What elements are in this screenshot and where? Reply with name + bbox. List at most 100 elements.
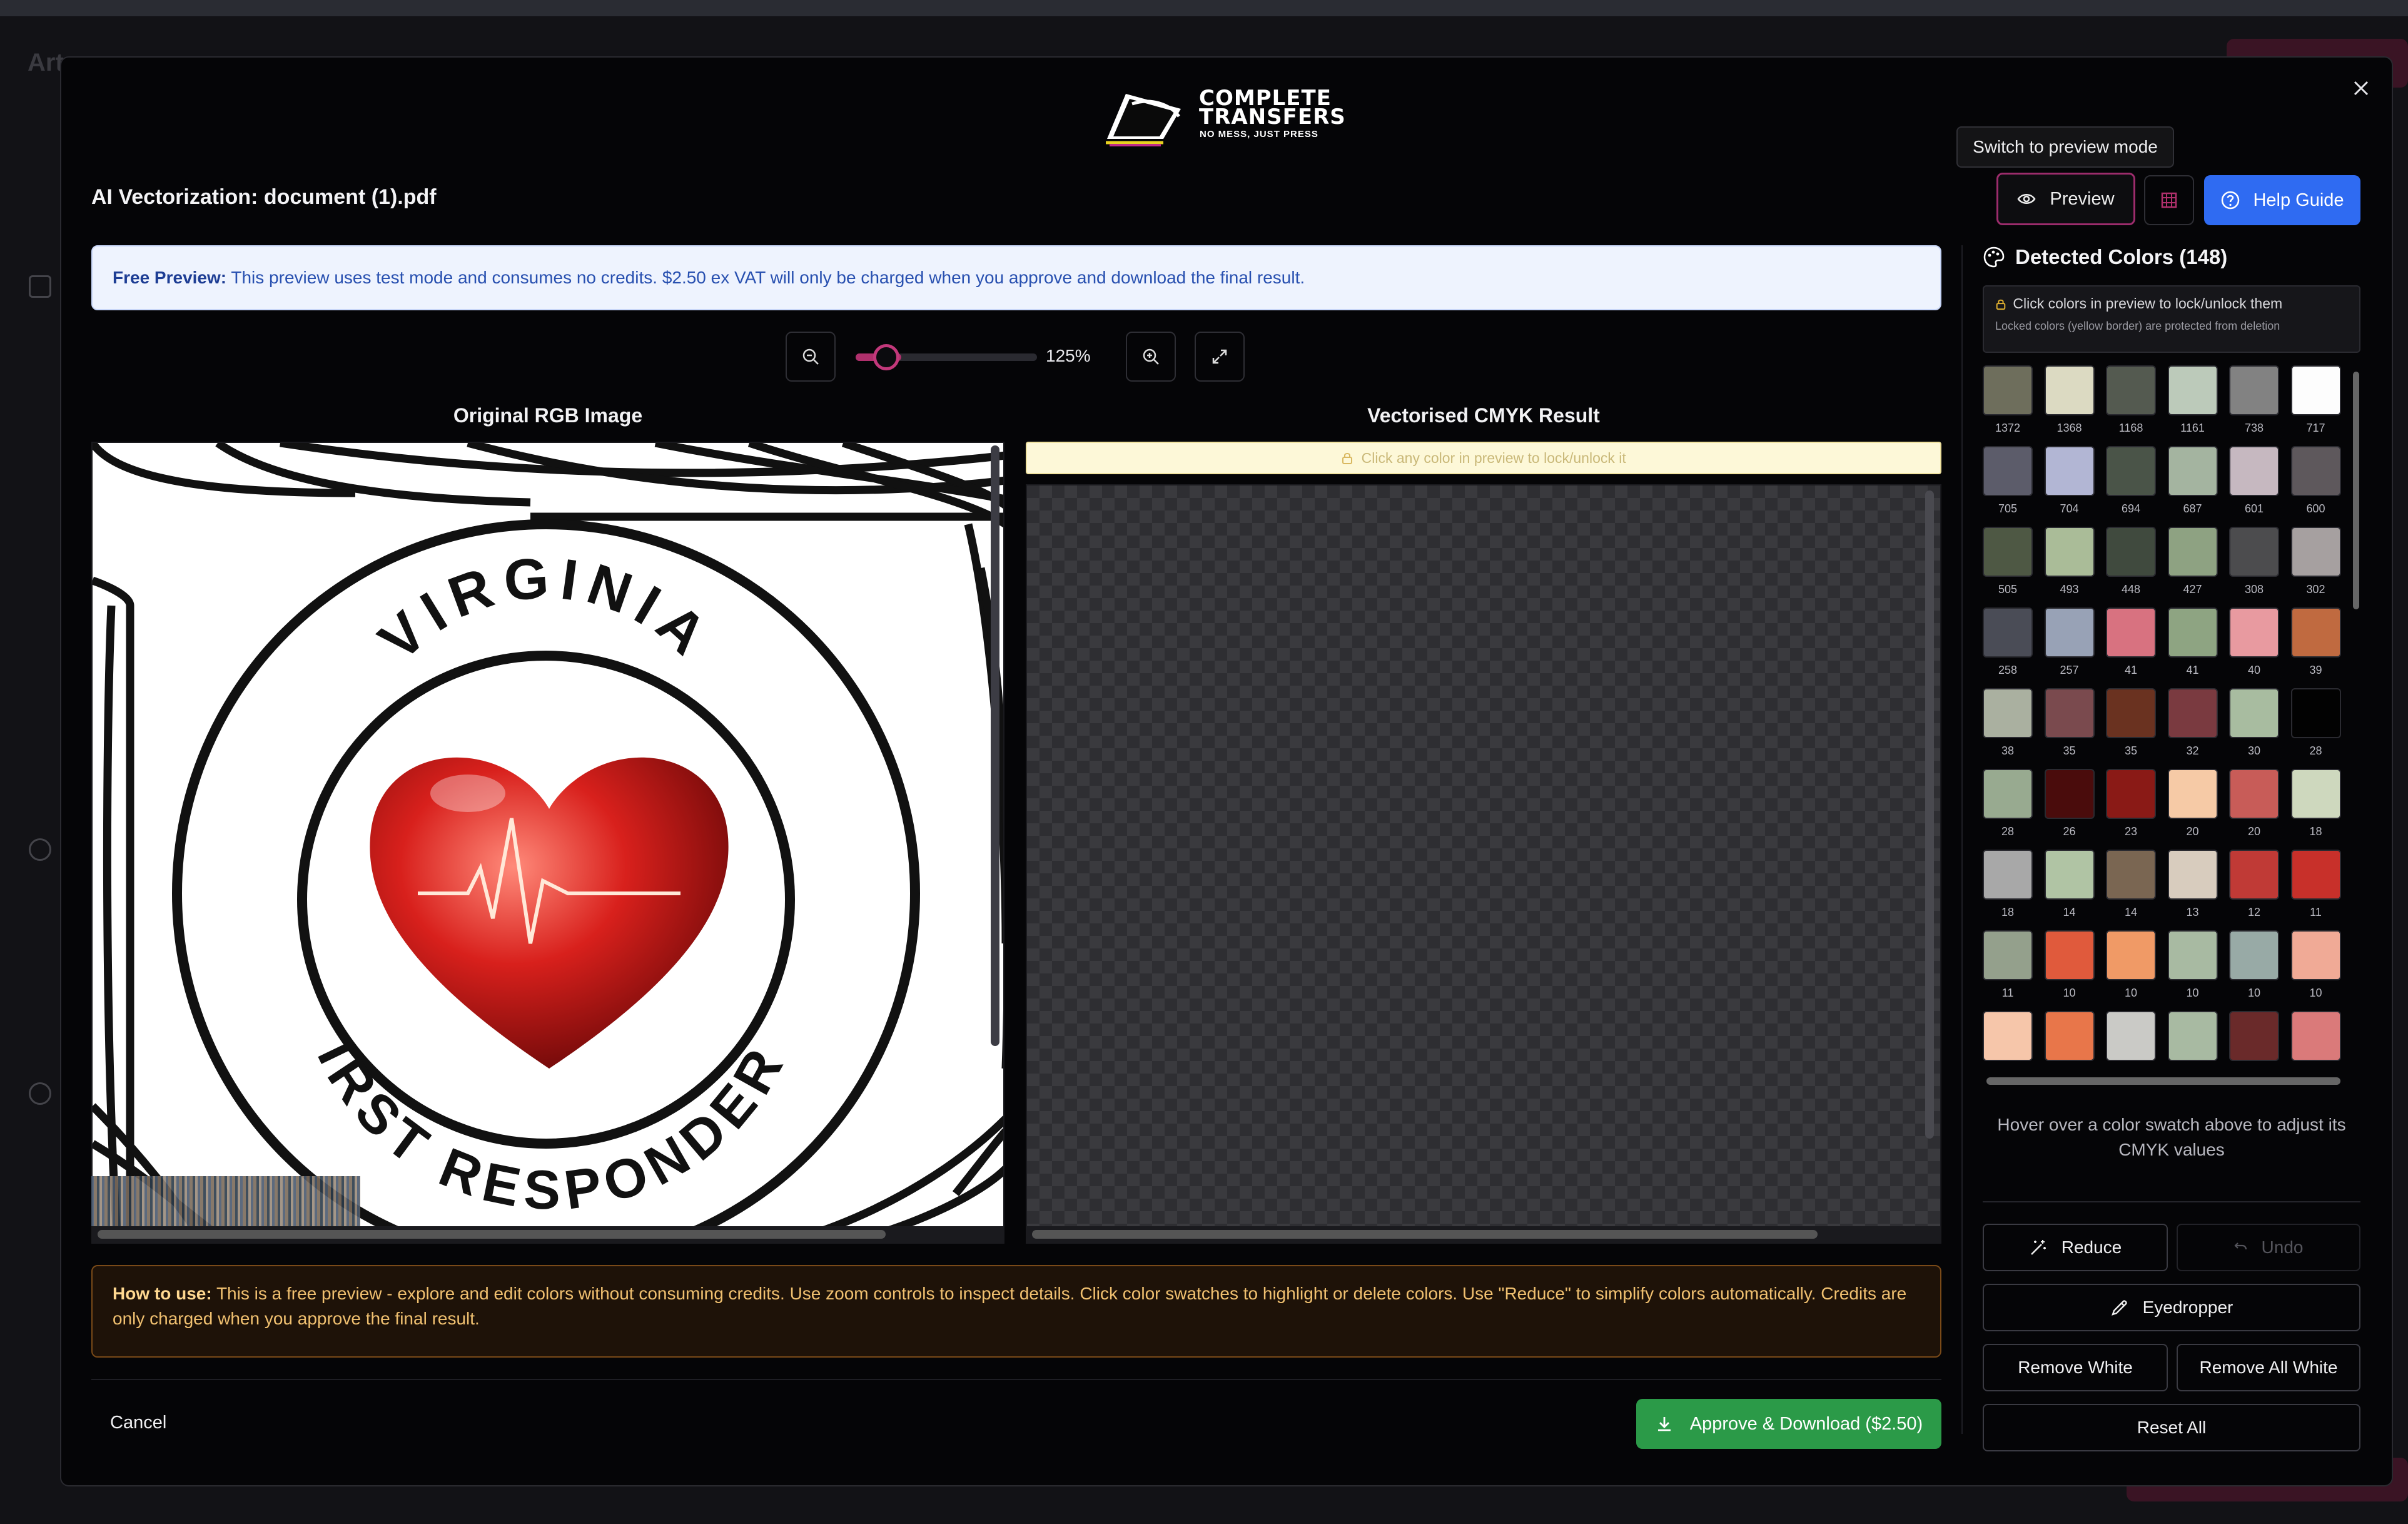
color-swatch[interactable] (2106, 850, 2156, 900)
swatch-count: 26 (2063, 825, 2076, 838)
left-pane-vscroll[interactable] (991, 445, 999, 1046)
logo-line2: TRANSFERS (1199, 104, 1346, 130)
color-swatch[interactable] (1983, 446, 2033, 496)
swatch-hscroll[interactable] (1986, 1077, 2340, 1085)
help-guide-button[interactable]: Help Guide (2204, 175, 2360, 225)
right-pane-vscroll[interactable] (1925, 490, 1934, 1139)
color-swatch[interactable] (2229, 850, 2279, 900)
color-swatch[interactable] (2044, 607, 2095, 658)
color-swatch[interactable] (2290, 365, 2341, 415)
grid-toggle-button[interactable] (2144, 175, 2194, 225)
color-swatch[interactable] (2229, 527, 2279, 577)
color-swatch-cell: 18 (1983, 850, 2033, 930)
right-pane-hscroll[interactable] (1032, 1230, 1818, 1239)
swatch-count: 11 (2001, 987, 2014, 999)
color-swatch-cell: 10 (2290, 930, 2341, 1011)
color-swatch[interactable] (2290, 446, 2341, 496)
color-swatch[interactable] (2290, 527, 2341, 577)
swatch-count: 35 (2124, 744, 2138, 757)
left-pane-hscroll[interactable] (98, 1230, 886, 1239)
swatch-count: 14 (2124, 906, 2138, 918)
remove-white-button[interactable]: Remove White (1983, 1344, 2168, 1391)
color-swatch[interactable] (2106, 446, 2156, 496)
color-swatch[interactable] (1983, 1011, 2033, 1061)
remove-all-white-button[interactable]: Remove All White (2177, 1344, 2360, 1391)
color-swatch[interactable] (2167, 688, 2218, 738)
color-swatch[interactable] (2106, 688, 2156, 738)
zoom-out-button[interactable] (786, 332, 836, 382)
color-swatch[interactable] (2044, 769, 2095, 819)
detected-colors-title: Detected Colors (148) (1983, 245, 2227, 269)
color-swatch[interactable] (2290, 607, 2341, 658)
swatch-count: 41 (2186, 664, 2199, 676)
color-swatch[interactable] (2290, 769, 2341, 819)
gear-icon (29, 1082, 51, 1105)
color-swatch[interactable] (2229, 365, 2279, 415)
color-swatch[interactable] (1983, 365, 2033, 415)
color-swatch[interactable] (2229, 930, 2279, 980)
color-swatch[interactable] (2229, 769, 2279, 819)
color-swatch[interactable] (2044, 1011, 2095, 1061)
close-icon (2354, 81, 2369, 96)
undo-button[interactable]: Undo (2177, 1224, 2360, 1271)
preview-button[interactable]: Preview (1996, 173, 2135, 225)
color-swatch-cell: 12 (2229, 850, 2279, 930)
color-swatch[interactable] (2229, 1011, 2279, 1061)
zoom-in-button[interactable] (1126, 332, 1176, 382)
color-swatch[interactable] (2229, 607, 2279, 658)
color-swatch[interactable] (2167, 527, 2218, 577)
color-swatch[interactable] (2167, 1011, 2218, 1061)
color-swatch[interactable] (2106, 1011, 2156, 1061)
reduce-button[interactable]: Reduce (1983, 1224, 2168, 1271)
color-swatch[interactable] (2106, 930, 2156, 980)
reset-all-button[interactable]: Reset All (1983, 1404, 2360, 1451)
eyedropper-button[interactable]: Eyedropper (1983, 1284, 2360, 1331)
swatch-scroll-area[interactable]: 1372 1368 1168 1161 738 717 705 704 694 687 601 600… (1983, 365, 2360, 1091)
color-swatch[interactable] (1983, 688, 2033, 738)
color-swatch-cell: 10 (2167, 930, 2218, 1011)
color-swatch[interactable] (2044, 446, 2095, 496)
color-swatch[interactable] (2106, 769, 2156, 819)
swatch-count: 11 (2310, 906, 2322, 918)
original-image-pane[interactable]: VIRGINIA FIRST RESPONDERS (91, 442, 1004, 1242)
color-swatch-cell: 28 (1983, 769, 2033, 850)
color-swatch[interactable] (2044, 850, 2095, 900)
cancel-button[interactable]: Cancel (110, 1413, 166, 1433)
color-swatch[interactable] (1983, 527, 2033, 577)
approve-download-button[interactable]: Approve & Download ($2.50) (1636, 1399, 1941, 1449)
color-swatch[interactable] (2290, 688, 2341, 738)
color-swatch[interactable] (1983, 607, 2033, 658)
color-swatch[interactable] (2167, 607, 2218, 658)
color-swatch[interactable] (2167, 930, 2218, 980)
color-swatch[interactable] (2106, 607, 2156, 658)
fullscreen-button[interactable] (1195, 332, 1245, 382)
close-button[interactable] (2345, 74, 2377, 105)
swatch-vscroll[interactable] (2353, 372, 2359, 609)
swatch-count: 257 (2060, 664, 2079, 676)
swatch-count: 20 (2247, 825, 2261, 838)
swatch-count: 38 (2001, 744, 2015, 757)
color-swatch[interactable] (2044, 365, 2095, 415)
swatch-count: 30 (2247, 744, 2261, 757)
color-swatch[interactable] (1983, 850, 2033, 900)
zoom-slider-thumb[interactable] (873, 344, 899, 370)
color-swatch[interactable] (2044, 930, 2095, 980)
color-swatch[interactable] (2167, 769, 2218, 819)
color-swatch[interactable] (2167, 365, 2218, 415)
cmyk-hover-hint: Hover over a color swatch above to adjus… (1997, 1115, 2346, 1159)
color-swatch[interactable] (2167, 850, 2218, 900)
color-swatch[interactable] (2106, 527, 2156, 577)
color-swatch[interactable] (2106, 365, 2156, 415)
color-swatch[interactable] (1983, 769, 2033, 819)
color-swatch[interactable] (2229, 446, 2279, 496)
color-swatch[interactable] (1983, 930, 2033, 980)
color-swatch[interactable] (2044, 527, 2095, 577)
color-swatch[interactable] (2290, 930, 2341, 980)
swatch-count: 10 (2124, 987, 2138, 999)
color-swatch[interactable] (2290, 1011, 2341, 1061)
color-swatch[interactable] (2290, 850, 2341, 900)
color-swatch[interactable] (2044, 688, 2095, 738)
color-swatch[interactable] (2167, 446, 2218, 496)
vectorised-result-pane[interactable] (1026, 484, 1941, 1242)
color-swatch[interactable] (2229, 688, 2279, 738)
